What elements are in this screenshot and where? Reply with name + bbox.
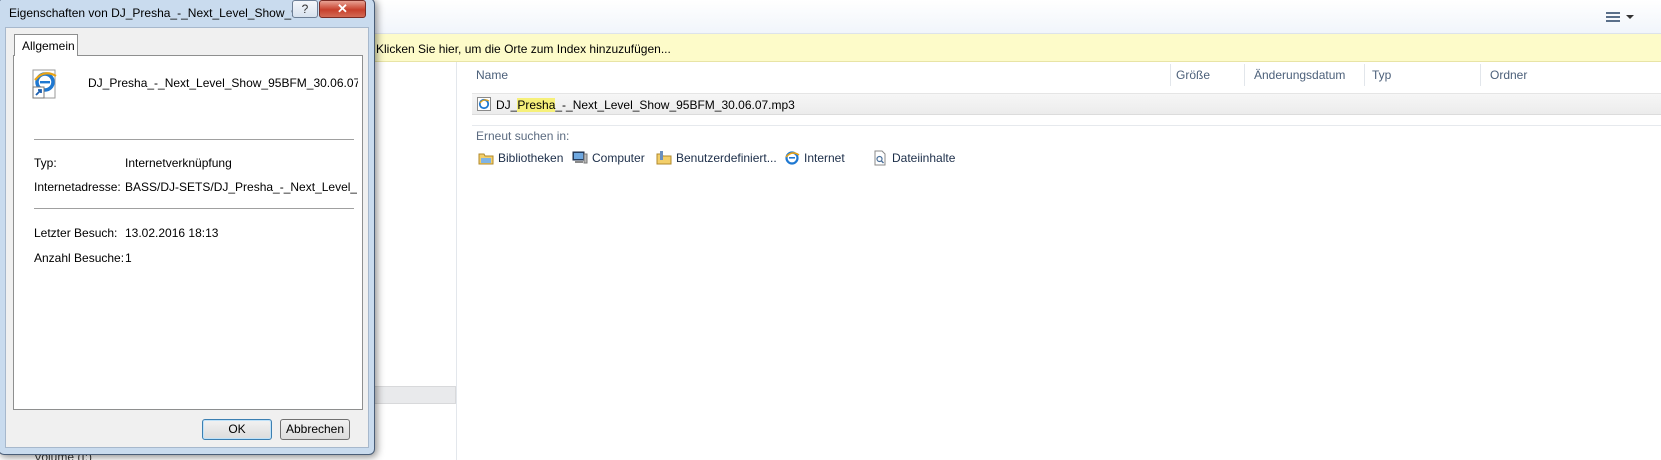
- info-bar-text: Klicken Sie hier, um die Orte zum Index …: [376, 42, 671, 56]
- divider: [34, 139, 354, 140]
- visits-label: Anzahl Besuche:: [34, 251, 125, 265]
- screen: Klicken Sie hier, um die Orte zum Index …: [0, 0, 1661, 460]
- url-label: Internetadresse:: [34, 180, 121, 194]
- search-term-highlight: Presha: [517, 98, 556, 112]
- visits-value: 1: [125, 251, 132, 265]
- type-value: Internetverknüpfung: [125, 156, 232, 170]
- tab-general[interactable]: Allgemein: [14, 34, 78, 56]
- computer-icon: [572, 151, 588, 164]
- help-button[interactable]: ?: [292, 0, 318, 18]
- internet-icon: [785, 151, 800, 165]
- tab-panel-general: DJ_Presha_-_Next_Level_Show_95BFM_30.06.…: [13, 55, 363, 410]
- column-date[interactable]: Änderungsdatum: [1254, 68, 1345, 82]
- cancel-button[interactable]: Abbrechen: [280, 419, 350, 440]
- last-visit-value: 13.02.2016 18:13: [125, 226, 219, 240]
- column-folder[interactable]: Ordner: [1490, 68, 1527, 82]
- tab-label: Allgemein: [22, 39, 75, 53]
- close-icon: ✕: [337, 1, 348, 16]
- properties-dialog: Eigenschaften von DJ_Presha_-_Next_Level…: [0, 0, 375, 455]
- type-label: Typ:: [34, 156, 57, 170]
- internet-shortcut-icon: [32, 69, 57, 99]
- custom-folder-icon: [656, 151, 672, 165]
- filename-prefix: DJ_: [496, 98, 518, 112]
- link-label: Bibliotheken: [498, 151, 564, 165]
- libraries-icon: [478, 153, 494, 165]
- divider: [472, 125, 1661, 126]
- column-divider[interactable]: [1480, 64, 1481, 86]
- internet-shortcut-icon: [477, 97, 491, 111]
- link-label: Dateiinhalte: [892, 151, 956, 165]
- change-view-button[interactable]: [1604, 10, 1634, 26]
- column-divider[interactable]: [1244, 64, 1245, 86]
- column-type[interactable]: Typ: [1372, 68, 1391, 82]
- filename-suffix: _-_Next_Level_Show_95BFM_30.06.07.mp3: [555, 98, 795, 112]
- column-divider[interactable]: [1170, 64, 1171, 86]
- search-result-row[interactable]: DJ_Presha_-_Next_Level_Show_95BFM_30.06.…: [472, 93, 1661, 115]
- divider: [34, 208, 354, 209]
- link-label: Computer: [592, 151, 645, 165]
- dialog-title: Eigenschaften von DJ_Presha_-_Next_Level…: [9, 6, 308, 20]
- link-label: Internet: [804, 151, 845, 165]
- dialog-body: Allgemein DJ_Presha_-_Next_Level_Show_95…: [5, 27, 369, 448]
- column-header-row: Name Größe Änderungsdatum Typ Ordner: [458, 62, 1661, 88]
- views-icon: [1606, 12, 1620, 23]
- ok-button[interactable]: OK: [202, 419, 272, 440]
- link-label: Benutzerdefiniert...: [676, 151, 777, 165]
- filename-field[interactable]: DJ_Presha_-_Next_Level_Show_95BFM_30.06.…: [88, 76, 358, 90]
- result-filename: DJ_Presha_-_Next_Level_Show_95BFM_30.06.…: [496, 98, 795, 112]
- file-contents-icon: [874, 150, 886, 166]
- search-again-label: Erneut suchen in:: [476, 129, 570, 143]
- column-size[interactable]: Größe: [1176, 68, 1210, 82]
- url-value: BASS/DJ-SETS/DJ_Presha_-_Next_Level_Show…: [125, 180, 357, 194]
- close-button[interactable]: ✕: [319, 0, 366, 18]
- column-name[interactable]: Name: [476, 68, 508, 82]
- last-visit-label: Letzter Besuch:: [34, 226, 118, 240]
- chevron-down-icon: [1626, 15, 1634, 19]
- column-divider[interactable]: [1364, 64, 1365, 86]
